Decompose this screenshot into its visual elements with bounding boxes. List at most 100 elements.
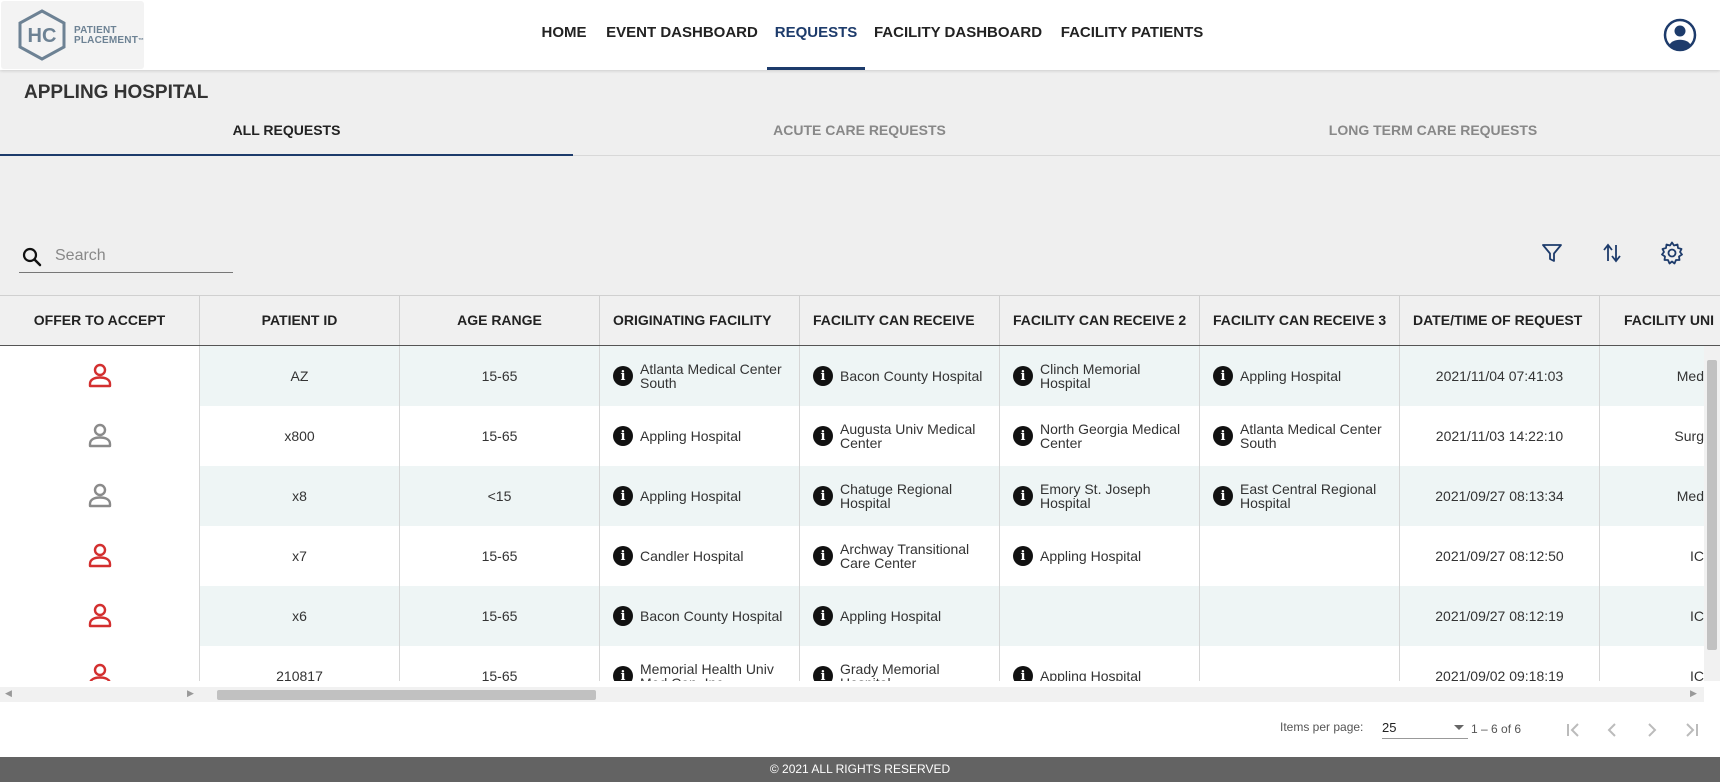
logo[interactable]: HC PATIENT PLACEMENT™	[1, 1, 144, 69]
facility-name: North Georgia Medical Center	[1040, 421, 1181, 451]
nav-event-dashboard[interactable]: EVENT DASHBOARD	[605, 0, 759, 70]
info-icon[interactable]: i	[613, 666, 633, 681]
requests-table: OFFER TO ACCEPT PATIENT ID AGE RANGE ORI…	[0, 295, 1720, 702]
info-icon[interactable]: i	[813, 666, 833, 681]
account-icon[interactable]	[1663, 18, 1697, 52]
cell-age-range: 15-65	[400, 406, 600, 466]
info-icon[interactable]: i	[1213, 366, 1233, 386]
offer-person-icon[interactable]	[86, 602, 114, 630]
cell-patient-id: x8	[200, 466, 400, 526]
frozen-scroll-right-arrow-icon[interactable]: ▶	[187, 688, 194, 699]
search-icon	[22, 247, 42, 267]
info-icon[interactable]: i	[813, 426, 833, 446]
col-date-time-of-request[interactable]: DATE/TIME OF REQUEST	[1400, 296, 1600, 345]
col-facility-can-receive-3[interactable]: FACILITY CAN RECEIVE 3	[1200, 296, 1400, 345]
table-row[interactable]: x8 <15 i Appling Hospital i Chatuge Regional …	[0, 466, 1720, 526]
items-per-page-label: Items per page:	[1280, 720, 1364, 734]
offer-person-icon[interactable]	[86, 362, 114, 390]
info-icon[interactable]: i	[1013, 486, 1033, 506]
cell-facility-can-receive-3	[1200, 586, 1400, 646]
info-icon[interactable]: i	[813, 486, 833, 506]
offer-person-icon[interactable]	[86, 422, 114, 450]
cell-facility-unit: IC	[1690, 668, 1704, 681]
info-icon[interactable]: i	[813, 366, 833, 386]
offer-person-icon[interactable]	[86, 662, 114, 681]
cell-age-range: 15-65	[400, 646, 600, 681]
horizontal-scrollbar-thumb[interactable]	[217, 690, 596, 700]
col-offer-to-accept[interactable]: OFFER TO ACCEPT	[0, 296, 200, 345]
cell-date-time: 2021/09/02 09:18:19	[1400, 646, 1600, 681]
info-icon[interactable]: i	[613, 546, 633, 566]
scroll-right-arrow-icon[interactable]: ▶	[1690, 688, 1697, 699]
info-icon[interactable]: i	[1013, 546, 1033, 566]
info-icon[interactable]: i	[813, 606, 833, 626]
scroll-left-arrow-icon[interactable]: ◀	[5, 688, 12, 699]
table-row[interactable]: x7 15-65 i Candler Hospital i Archway Transit…	[0, 526, 1720, 586]
facility-name: Clinch Memorial Hospital	[1040, 361, 1141, 391]
cell-offer-to-accept	[0, 466, 200, 526]
cell-patient-id: x800	[200, 406, 400, 466]
cell-originating-facility: i Memorial Health Univ Med Cen, Inc	[600, 646, 800, 681]
nav-home[interactable]: HOME	[537, 0, 591, 70]
col-facility-can-receive-2[interactable]: FACILITY CAN RECEIVE 2	[1000, 296, 1200, 345]
table-row[interactable]: 21081715-65 i Memorial Health Univ Med Cen…	[0, 646, 1720, 681]
last-page-icon[interactable]	[1680, 718, 1704, 742]
nav-facility-dashboard[interactable]: FACILITY DASHBOARD	[873, 0, 1043, 70]
sort-icon[interactable]	[1599, 240, 1625, 266]
offer-person-icon[interactable]	[86, 482, 114, 510]
cell-date-time: 2021/11/03 14:22:10	[1400, 406, 1600, 466]
cell-patient-id: 210817	[200, 646, 400, 681]
cell-patient-id: x7	[200, 526, 400, 586]
vertical-scrollbar-thumb[interactable]	[1707, 360, 1717, 650]
info-icon[interactable]: i	[1013, 366, 1033, 386]
col-patient-id[interactable]: PATIENT ID	[200, 296, 400, 345]
table-row[interactable]: x6 15-65 i Bacon County Hospital i Appling Ho…	[0, 586, 1720, 646]
table-row[interactable]: AZ 15-65 i Atlanta Medical Center South i Bac…	[0, 346, 1720, 406]
facility-name: Appling Hospital	[640, 428, 742, 444]
search-input[interactable]	[53, 242, 227, 270]
tab-long-term-care-requests[interactable]: LONG TERM CARE REQUESTS	[1146, 112, 1720, 155]
tab-acute-care-requests[interactable]: ACUTE CARE REQUESTS	[573, 112, 1146, 155]
facility-name: Archway Transitional Care Center	[840, 541, 970, 571]
items-per-page-select[interactable]: 25	[1382, 716, 1468, 739]
vertical-scrollbar[interactable]	[1704, 346, 1720, 681]
col-age-range[interactable]: AGE RANGE	[400, 296, 600, 345]
first-page-icon[interactable]	[1561, 718, 1585, 742]
nav-requests[interactable]: REQUESTS	[767, 0, 865, 70]
cell-facility-unit: Surg	[1674, 428, 1704, 444]
cell-facility-unit: Med	[1676, 368, 1704, 384]
info-icon[interactable]: i	[613, 426, 633, 446]
info-icon[interactable]: i	[1013, 666, 1033, 681]
cell-offer-to-accept	[0, 586, 200, 646]
cell-offer-to-accept	[0, 646, 200, 681]
next-page-icon[interactable]	[1640, 718, 1664, 742]
col-facility-unit[interactable]: FACILITY UNI	[1600, 296, 1720, 345]
logo-tm: ™	[138, 38, 145, 44]
cell-facility-can-receive: i Augusta Univ Medical Center	[800, 406, 1000, 466]
col-facility-can-receive[interactable]: FACILITY CAN RECEIVE	[800, 296, 1000, 345]
facility-name: Appling Hospital	[1040, 548, 1142, 564]
info-icon[interactable]: i	[1213, 426, 1233, 446]
cell-date-time: 2021/09/27 08:13:34	[1400, 466, 1600, 526]
cell-originating-facility: i Appling Hospital	[600, 466, 800, 526]
facility-name: Appling Hospital	[1040, 668, 1142, 681]
cell-date-time: 2021/11/04 07:41:03	[1400, 346, 1600, 406]
offer-person-icon[interactable]	[86, 542, 114, 570]
cell-facility-can-receive-2: i Appling Hospital	[1000, 646, 1200, 681]
filter-icon[interactable]	[1539, 240, 1565, 266]
cell-originating-facility: i Bacon County Hospital	[600, 586, 800, 646]
table-row[interactable]: x800 15-65 i Appling Hospital i Augusta Univ …	[0, 406, 1720, 466]
nav-facility-patients[interactable]: FACILITY PATIENTS	[1059, 0, 1205, 70]
col-originating-facility[interactable]: ORIGINATING FACILITY	[600, 296, 800, 345]
horizontal-scrollbar[interactable]: ◀ ▶ ▶	[0, 687, 1704, 702]
info-icon[interactable]: i	[813, 546, 833, 566]
info-icon[interactable]: i	[613, 366, 633, 386]
tab-all-requests[interactable]: ALL REQUESTS	[0, 112, 573, 156]
previous-page-icon[interactable]	[1600, 718, 1624, 742]
info-icon[interactable]: i	[613, 606, 633, 626]
settings-icon[interactable]	[1659, 240, 1685, 266]
info-icon[interactable]: i	[613, 486, 633, 506]
info-icon[interactable]: i	[1213, 486, 1233, 506]
items-per-page-value: 25	[1382, 720, 1397, 735]
info-icon[interactable]: i	[1013, 426, 1033, 446]
